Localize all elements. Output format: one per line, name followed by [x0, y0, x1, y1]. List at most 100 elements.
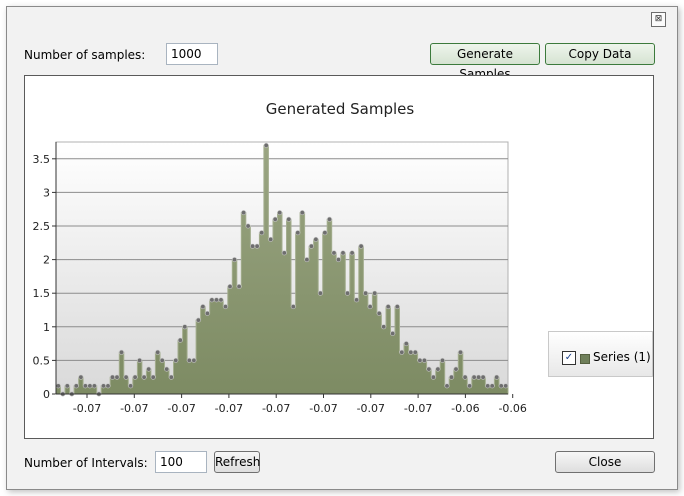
x-tick-label: -0.07 — [215, 402, 243, 415]
data-point — [218, 297, 224, 303]
data-point — [263, 142, 269, 148]
data-point — [349, 250, 355, 256]
x-tick-label: -0.07 — [73, 402, 101, 415]
close-window-icon[interactable]: ⊠ — [651, 12, 666, 27]
data-point — [403, 341, 409, 347]
data-point — [123, 374, 129, 380]
chart-title: Generated Samples — [266, 100, 415, 118]
data-point — [173, 357, 179, 363]
data-point — [421, 357, 427, 363]
y-tick-label: 0 — [43, 388, 50, 401]
data-point — [494, 374, 500, 380]
data-point — [214, 297, 220, 303]
data-point — [322, 230, 328, 236]
data-point — [186, 357, 192, 363]
x-tick-label: -0.07 — [167, 402, 195, 415]
data-point — [286, 216, 292, 222]
y-tick-label: 2 — [43, 254, 50, 267]
y-tick-label: 1 — [43, 321, 50, 334]
data-point — [101, 383, 107, 389]
data-point — [55, 383, 61, 389]
data-point — [82, 383, 88, 389]
data-point — [204, 310, 210, 316]
data-point — [408, 349, 414, 355]
data-point — [132, 374, 138, 380]
data-point — [245, 223, 251, 229]
data-point — [177, 337, 183, 343]
data-point — [164, 366, 170, 372]
data-point — [146, 366, 152, 372]
data-point — [335, 257, 341, 263]
data-point — [268, 236, 274, 242]
data-point — [73, 383, 79, 389]
data-point — [457, 349, 463, 355]
data-point — [498, 383, 504, 389]
data-point — [444, 383, 450, 389]
data-point — [259, 230, 265, 236]
data-point — [317, 290, 323, 296]
data-point — [241, 210, 247, 216]
copy-data-button[interactable]: Copy Data — [545, 43, 655, 65]
data-point — [295, 230, 301, 236]
data-point — [209, 297, 215, 303]
data-point — [78, 374, 84, 380]
data-point — [141, 374, 147, 380]
intervals-input[interactable]: 100 — [155, 451, 207, 473]
data-point — [281, 250, 287, 256]
close-button[interactable]: Close — [555, 451, 655, 473]
data-point — [159, 357, 165, 363]
data-point — [453, 366, 459, 372]
data-point — [227, 284, 233, 290]
data-point — [250, 243, 256, 249]
x-tick-label: -0.07 — [309, 402, 337, 415]
data-point — [385, 304, 391, 310]
data-point — [476, 374, 482, 380]
chart-panel: Generated Samples 0 0.5 1 1.5 2 2.5 3 3.5 -0.07 -… — [24, 75, 654, 439]
data-point — [503, 383, 509, 389]
data-point — [381, 324, 387, 330]
data-point — [223, 304, 229, 310]
data-point — [105, 383, 111, 389]
data-point — [489, 383, 495, 389]
data-point — [195, 317, 201, 323]
data-point — [290, 304, 296, 310]
data-point — [304, 257, 310, 263]
data-point — [155, 349, 161, 355]
data-point — [272, 216, 278, 222]
data-point — [376, 310, 382, 316]
data-point — [114, 374, 120, 380]
data-point — [308, 243, 314, 249]
samples-label: Number of samples: — [24, 48, 146, 62]
data-point — [91, 383, 97, 389]
samples-input[interactable]: 1000 — [166, 43, 218, 65]
data-point — [390, 331, 396, 337]
x-tick-label: -0.07 — [404, 402, 432, 415]
data-point — [87, 383, 93, 389]
series-color-swatch — [580, 354, 590, 364]
data-point — [354, 297, 360, 303]
y-tick-label: 3.5 — [33, 153, 51, 166]
data-point — [439, 357, 445, 363]
data-point — [367, 304, 373, 310]
data-point — [363, 290, 369, 296]
data-point — [435, 366, 441, 372]
x-tick-label: -0.07 — [120, 402, 148, 415]
legend-series-label: Series (1) — [593, 350, 651, 364]
x-tick-label: -0.06 — [451, 402, 479, 415]
histogram-chart: Generated Samples 0 0.5 1 1.5 2 2.5 3 3.5 -0.07 -… — [33, 100, 527, 415]
series-visibility-checkbox[interactable]: ✓ — [562, 351, 576, 365]
data-point — [344, 290, 350, 296]
data-point — [277, 210, 283, 216]
data-point — [372, 290, 378, 296]
data-point — [128, 383, 134, 389]
data-point — [399, 349, 405, 355]
data-point — [426, 366, 432, 372]
generate-samples-button[interactable]: Generate Samples — [430, 43, 540, 81]
data-point — [430, 374, 436, 380]
data-point — [168, 374, 174, 380]
data-point — [110, 374, 116, 380]
data-point — [394, 304, 400, 310]
refresh-button[interactable]: Refresh — [214, 451, 260, 473]
data-point — [137, 357, 143, 363]
y-tick-label: 2.5 — [33, 220, 51, 233]
